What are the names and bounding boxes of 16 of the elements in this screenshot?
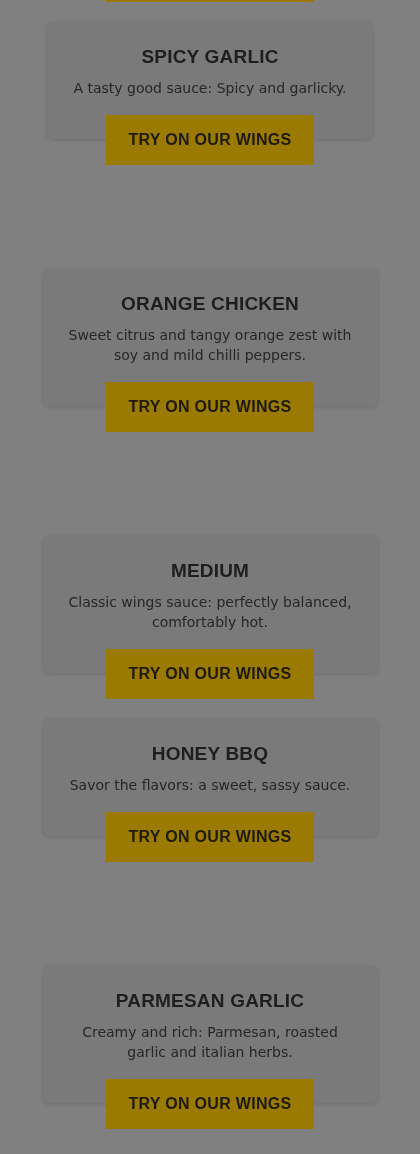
sauce-title: ORANGE CHICKEN <box>121 293 299 315</box>
sauce-description: Creamy and rich: Parmesan, roasted garlic and italian herbs. <box>81 1023 339 1062</box>
try-on-wings-button[interactable]: TRY ON OUR WINGS <box>106 649 314 699</box>
sauce-description: A tasty good sauce: Spicy and garlicky. <box>73 79 347 98</box>
sauce-title: HONEY BBQ <box>151 743 269 765</box>
try-on-wings-button[interactable]: TRY ON OUR WINGS <box>106 382 314 432</box>
try-on-wings-button[interactable]: TRY ON OUR WINGS <box>106 812 314 862</box>
button-edge[interactable] <box>106 0 314 2</box>
try-on-wings-button[interactable]: TRY ON OUR WINGS <box>106 1079 314 1129</box>
sauce-title: SPICY GARLIC <box>141 46 279 68</box>
try-on-wings-button[interactable]: TRY ON OUR WINGS <box>106 115 314 165</box>
sauce-title: PARMESAN GARLIC <box>115 990 305 1012</box>
sauce-description: Sweet citrus and tangy orange zest with soy and mild chilli peppers. <box>67 326 353 365</box>
sauce-title: MEDIUM <box>170 560 250 582</box>
sauce-description: Savor the flavors: a sweet, sassy sauce. <box>69 776 351 795</box>
sauce-description: Classic wings sauce: perfectly balanced, comfortably hot. <box>67 593 353 632</box>
